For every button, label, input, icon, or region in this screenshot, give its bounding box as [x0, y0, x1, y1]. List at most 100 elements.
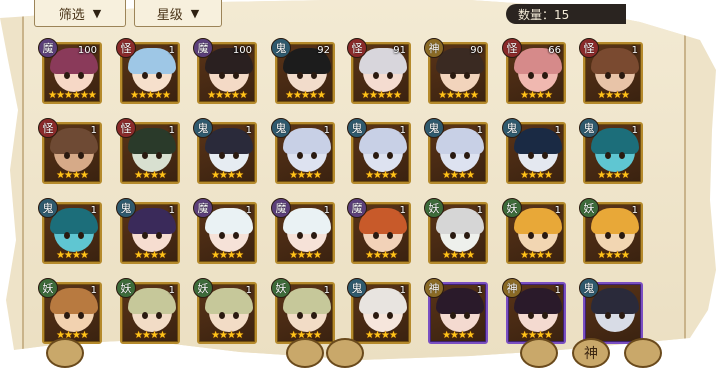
portrait-eye	[373, 152, 379, 159]
portrait-eye	[233, 232, 239, 239]
portrait-eye	[233, 152, 239, 159]
star-rating: ★★★★	[442, 330, 475, 341]
star-rating: ★★★★	[442, 170, 475, 181]
type-badge-icon: 鬼	[424, 118, 444, 138]
portrait-eye	[311, 312, 317, 319]
portrait-eye	[219, 152, 225, 159]
type-badge-icon: 妖	[424, 198, 444, 218]
portrait-eye	[605, 152, 611, 159]
portrait-eye	[450, 232, 456, 239]
portrait-eye	[450, 312, 456, 319]
type-badge-icon: 鬼	[271, 118, 291, 138]
card-level: 1	[554, 205, 561, 216]
portrait-eye	[78, 72, 84, 79]
card-level: 100	[77, 45, 97, 56]
star-rating: ★★★★	[597, 90, 630, 101]
card-level: 1	[476, 205, 483, 216]
card-level: 1	[631, 45, 638, 56]
type-badge-icon: 鬼	[38, 198, 58, 218]
portrait-eye	[464, 152, 470, 159]
star-rating: ★★★★	[442, 250, 475, 261]
type-badge-icon: 鬼	[502, 118, 522, 138]
portrait-eye	[156, 232, 162, 239]
card-level: 1	[245, 125, 252, 136]
card-level: 1	[399, 125, 406, 136]
portrait-eye	[64, 152, 70, 159]
star-rating: ★★★★	[56, 250, 89, 261]
star-rating: ★★★★	[134, 170, 167, 181]
type-badge-icon: 鬼	[347, 118, 367, 138]
portrait-eye	[605, 232, 611, 239]
portrait-eye	[78, 152, 84, 159]
type-badge-icon: 怪	[502, 38, 522, 58]
portrait-eye	[619, 312, 625, 319]
portrait-eye	[450, 152, 456, 159]
star-rating: ★★★★★	[361, 90, 402, 101]
portrait-eye	[64, 72, 70, 79]
portrait-eye	[219, 232, 225, 239]
portrait-eye	[464, 72, 470, 79]
portrait-eye	[219, 312, 225, 319]
star-rating: ★★★★	[520, 250, 553, 261]
shikigami-grid: 100 ★★★★★★ 魔 1 ★★★★★ 怪 100 ★★★★★ 魔 92 ★★★★★ 鬼 91 ★★★★…	[0, 0, 720, 363]
card-level: 1	[245, 205, 252, 216]
type-badge-icon: 怪	[579, 38, 599, 58]
bottom-button-right-3[interactable]	[624, 338, 662, 368]
portrait-eye	[542, 232, 548, 239]
type-badge-icon: 神	[424, 38, 444, 58]
type-badge-icon: 怪	[38, 118, 58, 138]
type-badge-icon: 妖	[271, 278, 291, 298]
star-rating: ★★★★	[134, 250, 167, 261]
type-badge-icon: 鬼	[271, 38, 291, 58]
bottom-button-mid-2[interactable]	[326, 338, 364, 368]
portrait-eye	[219, 72, 225, 79]
portrait-eye	[156, 152, 162, 159]
card-level: 1	[323, 205, 330, 216]
card-level: 90	[470, 45, 483, 56]
bottom-button-right-1[interactable]	[520, 338, 558, 368]
type-badge-icon: 怪	[347, 38, 367, 58]
card-level: 1	[323, 125, 330, 136]
type-badge-icon: 怪	[116, 38, 136, 58]
star-rating: ★★★★	[211, 250, 244, 261]
star-rating: ★★★★★	[438, 90, 479, 101]
type-badge-icon: 魔	[193, 198, 213, 218]
bottom-button-shen[interactable]: 神	[572, 338, 610, 368]
star-rating: ★★★★	[597, 250, 630, 261]
portrait-eye	[528, 312, 534, 319]
card-level: 92	[317, 45, 330, 56]
type-badge-icon: 妖	[38, 278, 58, 298]
type-badge-icon: 鬼	[193, 118, 213, 138]
portrait-eye	[233, 72, 239, 79]
portrait-eye	[373, 312, 379, 319]
card-level: 1	[168, 125, 175, 136]
portrait-eye	[297, 152, 303, 159]
card-level: 91	[393, 45, 406, 56]
star-rating: ★★★★★★	[48, 90, 97, 101]
bottom-button-mid-1[interactable]	[286, 338, 324, 368]
portrait-eye	[156, 72, 162, 79]
portrait-eye	[311, 72, 317, 79]
type-badge-icon: 妖	[116, 278, 136, 298]
star-rating: ★★★★	[365, 330, 398, 341]
type-badge-icon: 魔	[38, 38, 58, 58]
star-rating: ★★★★★	[285, 90, 326, 101]
card-level: 1	[476, 125, 483, 136]
portrait-eye	[297, 312, 303, 319]
portrait-eye	[619, 152, 625, 159]
bottom-button-left[interactable]	[46, 338, 84, 368]
portrait-eye	[64, 312, 70, 319]
portrait-eye	[373, 72, 379, 79]
portrait-eye	[142, 152, 148, 159]
portrait-eye	[142, 232, 148, 239]
type-badge-icon: 妖	[579, 198, 599, 218]
type-badge-icon: 魔	[193, 38, 213, 58]
portrait-eye	[542, 312, 548, 319]
portrait-eye	[619, 232, 625, 239]
card-level: 1	[631, 125, 638, 136]
card-level: 1	[168, 45, 175, 56]
portrait-eye	[297, 72, 303, 79]
card-level: 1	[90, 285, 97, 296]
card-level: 1	[168, 285, 175, 296]
portrait-eye	[233, 312, 239, 319]
